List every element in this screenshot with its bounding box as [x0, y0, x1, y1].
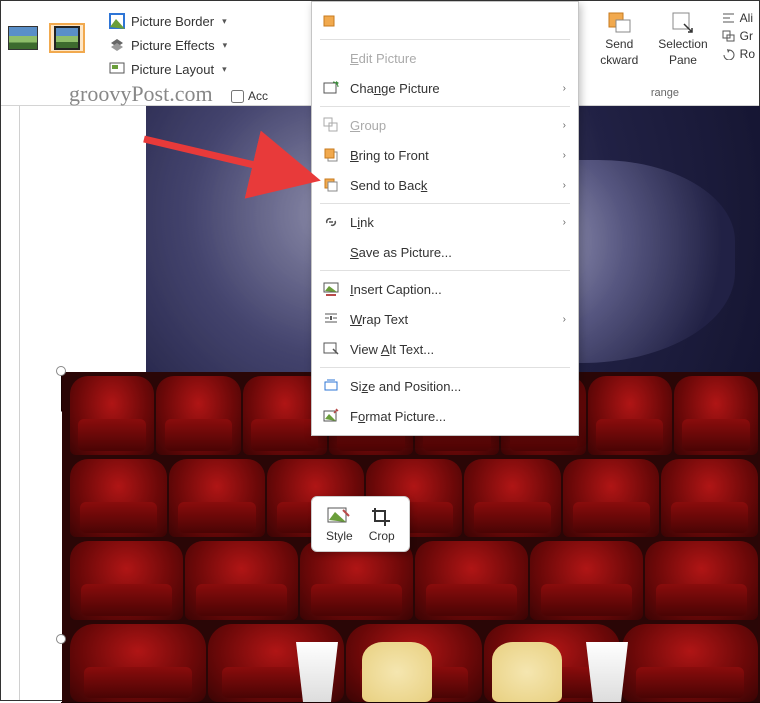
arrange-mini-group: Ali Gr Ro [722, 5, 755, 71]
menu-link[interactable]: Link › [312, 207, 578, 237]
mini-style-label: Style [326, 529, 353, 543]
mini-style-button[interactable]: Style [322, 503, 357, 545]
selection-handle-tl[interactable] [56, 366, 66, 376]
accessibility-checkbox[interactable] [231, 90, 244, 103]
menu-top-disabled [312, 6, 578, 36]
menu-size-position[interactable]: Size and Position... [312, 371, 578, 401]
bring-front-icon [322, 146, 340, 164]
menu-bring-to-front[interactable]: Bring to Front › [312, 140, 578, 170]
rotate-button[interactable]: Ro [722, 47, 755, 61]
accessibility-label: Acc [248, 89, 268, 103]
style-thumb-2-selected[interactable] [49, 23, 85, 53]
arrange-group-label: range [651, 87, 679, 99]
format-picture-icon [322, 407, 340, 425]
picture-layout-icon [109, 61, 125, 77]
chevron-right-icon: › [563, 150, 566, 161]
selection-pane-button[interactable]: Selection Pane [652, 5, 713, 71]
send-backward-label1: Send [605, 37, 633, 51]
picture-mini-toolbar: Style Crop [311, 496, 410, 552]
picture-style-gallery[interactable] [5, 5, 85, 53]
mini-crop-label: Crop [369, 529, 395, 543]
selection-pane-label1: Selection [658, 37, 707, 51]
chevron-right-icon: › [563, 217, 566, 228]
send-backward-icon [605, 9, 633, 35]
selection-handle-ml[interactable] [56, 634, 66, 644]
crop-icon [369, 505, 395, 527]
link-icon [322, 213, 340, 231]
square-icon [322, 12, 340, 30]
menu-edit-picture: EEdit Picturedit Picture [312, 43, 578, 73]
accessibility-check[interactable]: Acc [231, 89, 268, 103]
menu-separator [320, 367, 570, 368]
menu-save-as-picture[interactable]: Save as Picture... [312, 237, 578, 267]
chevron-right-icon: › [563, 180, 566, 191]
chevron-right-icon: › [563, 120, 566, 131]
selection-pane-icon [669, 9, 697, 35]
chevron-right-icon: › [563, 83, 566, 94]
wrap-text-icon [322, 310, 340, 328]
group-icon [322, 116, 340, 134]
menu-separator [320, 203, 570, 204]
change-picture-icon [322, 79, 340, 97]
menu-format-picture[interactable]: Format Picture... [312, 401, 578, 431]
style-icon [326, 505, 352, 527]
picture-style-options: Picture Border ▾ Picture Effects ▾ Pictu… [105, 5, 231, 79]
ruler-edge [19, 106, 20, 700]
menu-group: Group › [312, 110, 578, 140]
send-backward-button[interactable]: Send ckward [594, 5, 644, 71]
menu-insert-caption[interactable]: Insert Caption... [312, 274, 578, 304]
picture-border-icon [109, 13, 125, 29]
picture-layout-label: Picture Layout [131, 62, 214, 77]
chevron-down-icon: ▾ [222, 64, 227, 75]
chevron-down-icon: ▾ [222, 16, 227, 27]
picture-context-menu: EEdit Picturedit Picture Change Picture … [311, 1, 579, 436]
picture-effects-label: Picture Effects [131, 38, 215, 53]
chevron-right-icon: › [563, 314, 566, 325]
caption-icon [322, 280, 340, 298]
picture-border-button[interactable]: Picture Border ▾ [105, 11, 231, 31]
menu-view-alt-text[interactable]: View Alt Text... [312, 334, 578, 364]
menu-separator [320, 270, 570, 271]
size-position-icon [322, 377, 340, 395]
chevron-down-icon: ▾ [223, 40, 228, 51]
selection-pane-label2: Pane [669, 53, 697, 67]
style-thumb-1[interactable] [5, 23, 41, 53]
menu-send-to-back[interactable]: Send to Back › [312, 170, 578, 200]
menu-separator [320, 39, 570, 40]
snack-popcorn-2 [492, 642, 562, 702]
picture-effects-button[interactable]: Picture Effects ▾ [105, 35, 231, 55]
align-button[interactable]: Ali [722, 11, 755, 25]
menu-wrap-text[interactable]: Wrap Text › [312, 304, 578, 334]
menu-bring-to-front-label: Bring to Front [350, 148, 429, 163]
send-back-icon [322, 176, 340, 194]
ribbon-arrange-group: Send ckward Selection Pane Ali Gr Ro [594, 5, 759, 71]
menu-change-picture[interactable]: Change Picture › [312, 73, 578, 103]
mini-crop-button[interactable]: Crop [365, 503, 399, 545]
picture-border-label: Picture Border [131, 14, 214, 29]
picture-layout-button[interactable]: Picture Layout ▾ [105, 59, 231, 79]
snack-popcorn-1 [362, 642, 432, 702]
menu-separator [320, 106, 570, 107]
group-button[interactable]: Gr [722, 29, 755, 43]
picture-effects-icon [109, 37, 125, 53]
alt-text-icon [322, 340, 340, 358]
send-backward-label2: ckward [600, 53, 638, 67]
watermark-text: groovyPost.com [69, 81, 213, 107]
